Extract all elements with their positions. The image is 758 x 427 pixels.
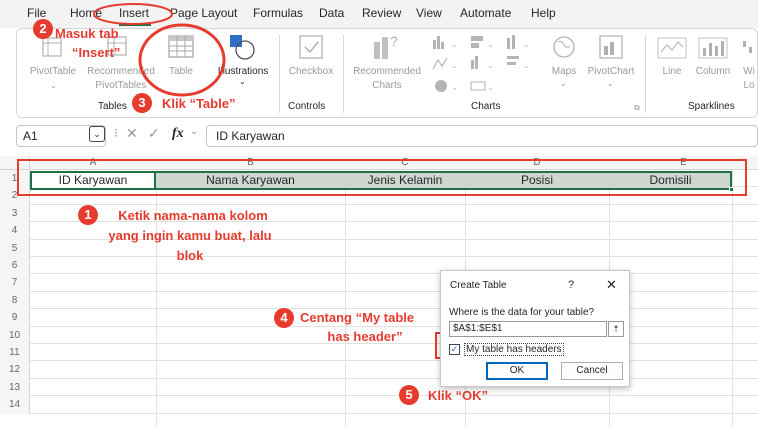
insert-tab-highlight (93, 3, 173, 25)
collapse-range-icon[interactable]: ⇡ (608, 321, 624, 337)
step-5-text: Klik “OK” (428, 388, 488, 403)
step-1-text-1: Ketik nama-nama kolom (118, 208, 268, 223)
cancel-button[interactable]: Cancel (561, 362, 623, 380)
help-icon[interactable]: ? (568, 279, 574, 291)
dialog-title: Create Table (450, 280, 507, 291)
step-2-text-1: Masuk tab (55, 26, 119, 41)
step-3-badge: 3 (132, 93, 152, 113)
step-1-text-2: yang ingin kamu buat, lalu (108, 228, 272, 243)
close-icon[interactable]: ✕ (606, 277, 617, 293)
step-1-text-3: blok (176, 248, 204, 263)
step-5-badge: 5 (399, 385, 419, 405)
step-4-badge: 4 (274, 308, 294, 328)
step-2-text-2: “Insert” (72, 45, 121, 60)
header-row-highlight (17, 159, 747, 196)
step-3-text: Klik “Table” (162, 96, 236, 111)
create-table-dialog: Create Table ? ✕ Where is the data for y… (440, 270, 630, 387)
has-headers-checkbox[interactable]: ✓ (449, 344, 460, 355)
table-button-highlight (138, 23, 226, 97)
step-4-text-1: Centang “My table (300, 310, 415, 325)
ok-button[interactable]: OK (486, 362, 548, 380)
range-question-label: Where is the data for your table? (449, 307, 595, 318)
range-input[interactable]: $A$1:$E$1 (449, 321, 607, 337)
has-headers-label[interactable]: My table has headers (464, 343, 564, 356)
step-4-text-2: has header” (327, 329, 403, 344)
step-2-badge: 2 (33, 19, 53, 39)
